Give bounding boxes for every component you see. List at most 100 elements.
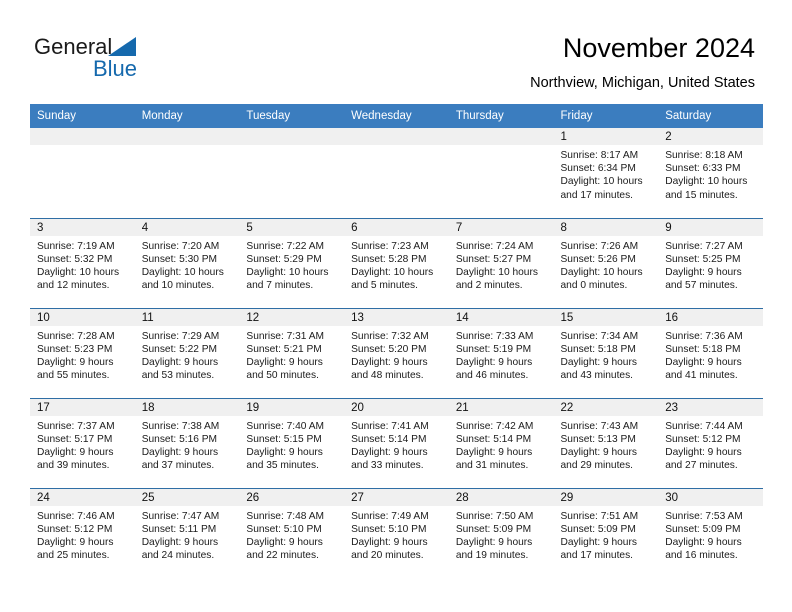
day-detail-sunrise: Sunrise: 7:26 AM — [560, 240, 639, 252]
calendar-day-cell[interactable]: 8 Sunrise: 7:26 AM Sunset: 5:26 PM Daylight… — [553, 217, 659, 308]
day-detail-daylight1: Daylight: 9 hours — [455, 446, 533, 458]
calendar-day-cell[interactable]: 4 Sunrise: 7:20 AM Sunset: 5:30 PM Daylight… — [134, 217, 240, 308]
day-detail-daylight2: and 41 minutes. — [665, 370, 738, 382]
day-number: 20 — [344, 399, 449, 416]
day-detail-sunset: Sunset: 6:34 PM — [560, 163, 636, 175]
calendar-day-cell[interactable]: 3 Sunrise: 7:19 AM Sunset: 5:32 PM Daylight… — [30, 217, 135, 308]
calendar-day-cell[interactable]: 18 Sunrise: 7:38 AM Sunset: 5:16 PM Dayligh… — [134, 397, 240, 488]
day-details: Sunrise: 7:50 AM Sunset: 5:09 PM Daylight:… — [449, 506, 554, 563]
day-detail-sunset: Sunset: 5:19 PM — [455, 343, 532, 355]
weekday-header-tuesday: Tuesday — [239, 104, 345, 128]
day-number: 16 — [658, 309, 763, 326]
day-detail-daylight1: Daylight: 10 hours — [560, 176, 643, 188]
day-detail-daylight2: and 50 minutes. — [246, 370, 319, 382]
calendar-day-cell[interactable]: 22 Sunrise: 7:43 AM Sunset: 5:13 PM Dayligh… — [553, 397, 659, 488]
day-detail-sunset: Sunset: 5:15 PM — [246, 433, 322, 445]
day-details: Sunrise: 7:28 AM Sunset: 5:23 PM Daylight:… — [30, 326, 135, 383]
day-detail-daylight1: Daylight: 9 hours — [141, 536, 219, 548]
day-detail-sunrise: Sunrise: 7:49 AM — [351, 510, 429, 522]
calendar-grid: Sunday Monday Tuesday Wednesday Thursday… — [30, 104, 763, 578]
day-detail-daylight2: and 16 minutes. — [665, 550, 738, 562]
day-details: Sunrise: 7:44 AM Sunset: 5:12 PM Daylight:… — [658, 416, 763, 473]
day-number: 29 — [553, 489, 659, 506]
day-detail-daylight1: Daylight: 10 hours — [560, 266, 643, 278]
weekday-header-friday: Friday — [553, 104, 659, 128]
day-detail-sunset: Sunset: 5:13 PM — [560, 433, 636, 445]
calendar-day-cell[interactable]: 19 Sunrise: 7:40 AM Sunset: 5:15 PM Dayligh… — [239, 397, 345, 488]
calendar-day-cell[interactable]: 7 Sunrise: 7:24 AM Sunset: 5:27 PM Daylight… — [448, 217, 554, 308]
day-detail-daylight2: and 17 minutes. — [560, 189, 634, 201]
calendar-day-cell[interactable]: 20 Sunrise: 7:41 AM Sunset: 5:14 PM Dayligh… — [344, 397, 449, 488]
day-details: Sunrise: 7:46 AM Sunset: 5:12 PM Daylight:… — [30, 506, 135, 563]
day-detail-daylight1: Daylight: 10 hours — [246, 266, 329, 278]
day-number: 24 — [30, 489, 135, 506]
calendar-day-cell[interactable]: 2 Sunrise: 8:18 AM Sunset: 6:33 PM Daylight… — [658, 128, 763, 218]
calendar-day-cell[interactable]: 24 Sunrise: 7:46 AM Sunset: 5:12 PM Dayligh… — [30, 487, 135, 578]
day-detail-sunrise: Sunrise: 7:34 AM — [560, 330, 639, 342]
day-number: 27 — [344, 489, 449, 506]
day-detail-daylight1: Daylight: 10 hours — [455, 266, 538, 278]
day-detail-sunset: Sunset: 5:12 PM — [37, 523, 113, 535]
calendar-day-cell[interactable]: 28 Sunrise: 7:50 AM Sunset: 5:09 PM Dayligh… — [448, 487, 554, 578]
calendar-day-cell[interactable]: 16 Sunrise: 7:36 AM Sunset: 5:18 PM Dayligh… — [658, 307, 763, 398]
day-detail-sunrise: Sunrise: 7:47 AM — [141, 510, 220, 522]
day-detail-sunrise: Sunrise: 7:23 AM — [351, 240, 429, 252]
calendar-day-cell[interactable]: 14 Sunrise: 7:33 AM Sunset: 5:19 PM Dayligh… — [448, 307, 554, 398]
calendar-cell-empty — [239, 128, 345, 218]
day-details: Sunrise: 7:22 AM Sunset: 5:29 PM Daylight:… — [239, 236, 344, 293]
calendar-day-cell[interactable]: 11 Sunrise: 7:29 AM Sunset: 5:22 PM Dayligh… — [134, 307, 240, 398]
day-detail-sunrise: Sunrise: 7:51 AM — [560, 510, 639, 522]
day-detail-sunset: Sunset: 5:10 PM — [246, 523, 322, 535]
day-number — [30, 128, 135, 145]
day-details: Sunrise: 7:29 AM Sunset: 5:22 PM Daylight:… — [135, 326, 240, 383]
calendar-day-cell[interactable]: 12 Sunrise: 7:31 AM Sunset: 5:21 PM Dayligh… — [239, 307, 345, 398]
day-detail-daylight1: Daylight: 9 hours — [246, 356, 323, 368]
day-number: 2 — [658, 128, 763, 145]
day-detail-sunrise: Sunrise: 7:19 AM — [37, 240, 115, 252]
day-number — [344, 128, 449, 145]
calendar-day-cell[interactable]: 9 Sunrise: 7:27 AM Sunset: 5:25 PM Daylight… — [658, 217, 763, 308]
weekday-header-row: Sunday Monday Tuesday Wednesday Thursday… — [30, 104, 763, 128]
day-detail-sunset: Sunset: 5:11 PM — [141, 523, 217, 535]
day-detail-daylight2: and 27 minutes. — [665, 460, 738, 472]
day-number: 30 — [658, 489, 763, 506]
day-details: Sunrise: 7:47 AM Sunset: 5:11 PM Daylight:… — [135, 506, 240, 563]
day-detail-sunset: Sunset: 5:18 PM — [560, 343, 636, 355]
day-details: Sunrise: 8:18 AM Sunset: 6:33 PM Daylight:… — [658, 145, 763, 202]
calendar-day-cell[interactable]: 10 Sunrise: 7:28 AM Sunset: 5:23 PM Dayligh… — [30, 307, 135, 398]
day-detail-daylight1: Daylight: 9 hours — [665, 266, 742, 278]
calendar-day-cell[interactable]: 5 Sunrise: 7:22 AM Sunset: 5:29 PM Daylight… — [239, 217, 345, 308]
day-detail-daylight2: and 2 minutes. — [455, 280, 523, 292]
day-detail-daylight2: and 46 minutes. — [455, 370, 529, 382]
calendar-day-cell[interactable]: 6 Sunrise: 7:23 AM Sunset: 5:28 PM Daylight… — [344, 217, 449, 308]
day-detail-sunrise: Sunrise: 7:36 AM — [665, 330, 743, 342]
day-number: 17 — [30, 399, 135, 416]
day-details: Sunrise: 7:41 AM Sunset: 5:14 PM Daylight:… — [344, 416, 449, 473]
calendar-day-cell[interactable]: 26 Sunrise: 7:48 AM Sunset: 5:10 PM Dayligh… — [239, 487, 345, 578]
day-number: 11 — [134, 309, 240, 326]
day-details: Sunrise: 7:38 AM Sunset: 5:16 PM Daylight:… — [135, 416, 240, 473]
calendar-body: 1 Sunrise: 8:17 AM Sunset: 6:34 PM Daylight… — [30, 128, 763, 578]
day-number: 9 — [658, 219, 763, 236]
calendar-day-cell[interactable]: 23 Sunrise: 7:44 AM Sunset: 5:12 PM Dayligh… — [658, 397, 763, 488]
calendar-day-cell[interactable]: 30 Sunrise: 7:53 AM Sunset: 5:09 PM Dayligh… — [658, 487, 763, 578]
calendar-day-cell[interactable]: 21 Sunrise: 7:42 AM Sunset: 5:14 PM Dayligh… — [448, 397, 554, 488]
calendar-day-cell[interactable]: 27 Sunrise: 7:49 AM Sunset: 5:10 PM Dayligh… — [344, 487, 449, 578]
day-details: Sunrise: 7:42 AM Sunset: 5:14 PM Daylight:… — [449, 416, 554, 473]
calendar-table: Sunday Monday Tuesday Wednesday Thursday… — [30, 104, 763, 578]
day-detail-daylight1: Daylight: 9 hours — [351, 536, 428, 548]
calendar-day-cell[interactable]: 29 Sunrise: 7:51 AM Sunset: 5:09 PM Dayligh… — [553, 487, 659, 578]
day-detail-sunrise: Sunrise: 7:32 AM — [351, 330, 429, 342]
calendar-day-cell[interactable]: 15 Sunrise: 7:34 AM Sunset: 5:18 PM Dayligh… — [553, 307, 659, 398]
day-details: Sunrise: 7:19 AM Sunset: 5:32 PM Daylight:… — [30, 236, 135, 293]
calendar-weekday-header: Sunday Monday Tuesday Wednesday Thursday… — [30, 104, 763, 128]
calendar-day-cell[interactable]: 1 Sunrise: 8:17 AM Sunset: 6:34 PM Daylight… — [553, 128, 659, 218]
day-detail-daylight2: and 31 minutes. — [455, 460, 529, 472]
day-detail-sunset: Sunset: 6:33 PM — [665, 163, 741, 175]
day-detail-sunrise: Sunrise: 7:22 AM — [246, 240, 324, 252]
day-detail-daylight1: Daylight: 9 hours — [246, 536, 323, 548]
day-detail-daylight2: and 5 minutes. — [351, 280, 418, 292]
calendar-day-cell[interactable]: 13 Sunrise: 7:32 AM Sunset: 5:20 PM Dayligh… — [344, 307, 449, 398]
calendar-day-cell[interactable]: 25 Sunrise: 7:47 AM Sunset: 5:11 PM Dayligh… — [134, 487, 240, 578]
calendar-day-cell[interactable]: 17 Sunrise: 7:37 AM Sunset: 5:17 PM Dayligh… — [30, 397, 135, 488]
